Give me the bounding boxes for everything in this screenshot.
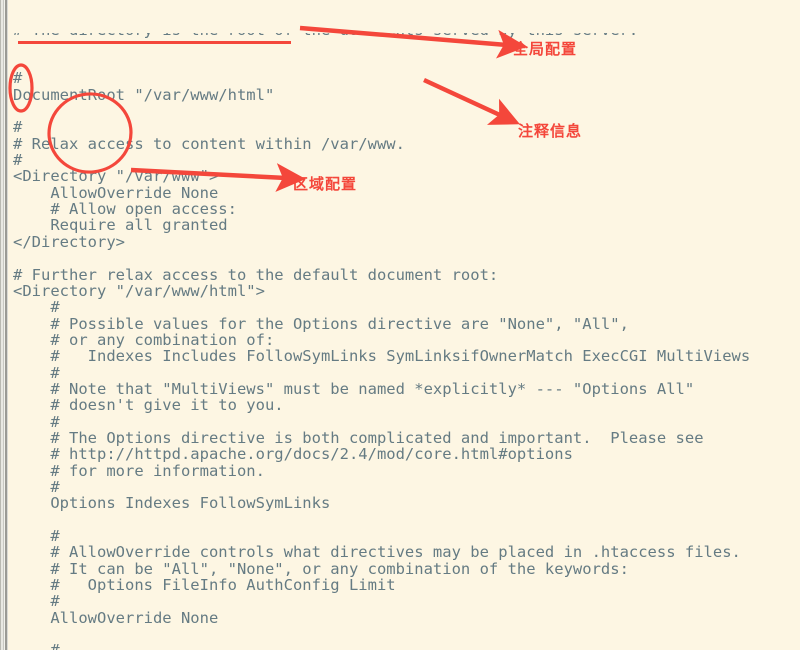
code-line: # The Options directive is both complica… xyxy=(13,428,704,447)
code-line: # Options FileInfo AuthConfig Limit xyxy=(13,576,396,595)
code-line: # Indexes Includes FollowSymLinks SymLin… xyxy=(13,347,751,366)
code-line: # Note that "MultiViews" must be named *… xyxy=(13,379,695,398)
code-line: # xyxy=(13,298,60,317)
code-line: # It can be "All", "None", or any combin… xyxy=(13,559,629,578)
code-line: Require all granted xyxy=(13,216,228,235)
code-line: # xyxy=(13,69,23,88)
code-line: # Relax access to content within /var/ww… xyxy=(13,134,405,153)
code-line-clipped: # The directory is the root of the docum… xyxy=(13,33,800,38)
code-line: # xyxy=(13,592,60,611)
gutter-line-6 xyxy=(7,0,8,650)
code-line: # xyxy=(13,118,23,137)
code-line: <Directory "/var/www"> xyxy=(13,167,219,186)
code-line: # for more information. xyxy=(13,461,265,480)
code-line: # doesn't give it to you. xyxy=(13,396,284,415)
code-line: AllowOverride None xyxy=(13,608,219,627)
code-line: # xyxy=(13,642,800,650)
code-line: # xyxy=(13,151,23,170)
code-line: # AllowOverride controls what directives… xyxy=(13,543,741,562)
code-line: AllowOverride None xyxy=(13,183,219,202)
code-line: # Allow open access: xyxy=(13,200,237,219)
code-line: # Further relax access to the default do… xyxy=(13,265,499,284)
code-line: # http://httpd.apache.org/docs/2.4/mod/c… xyxy=(13,445,573,464)
code-line: Options Indexes FollowSymLinks xyxy=(13,494,331,513)
code-line: # xyxy=(13,412,60,431)
code-line: # xyxy=(13,363,60,382)
code-line: <Directory "/var/www/html"> xyxy=(13,281,265,300)
text-editor-window: # The directory is the root of the docum… xyxy=(0,0,800,650)
left-scrollbar-gutter[interactable] xyxy=(0,0,13,650)
code-text-area[interactable]: # The directory is the root of the docum… xyxy=(13,0,800,650)
code-line-list: # DocumentRoot "/var/www/html" # # Relax a… xyxy=(13,70,800,650)
code-line: # Possible values for the Options direct… xyxy=(13,314,629,333)
code-line: DocumentRoot "/var/www/html" xyxy=(13,85,275,104)
code-line: # xyxy=(13,527,60,545)
code-line: # or any combination of: xyxy=(13,330,275,349)
code-line: </Directory> xyxy=(13,232,125,251)
code-line: # xyxy=(13,477,60,496)
